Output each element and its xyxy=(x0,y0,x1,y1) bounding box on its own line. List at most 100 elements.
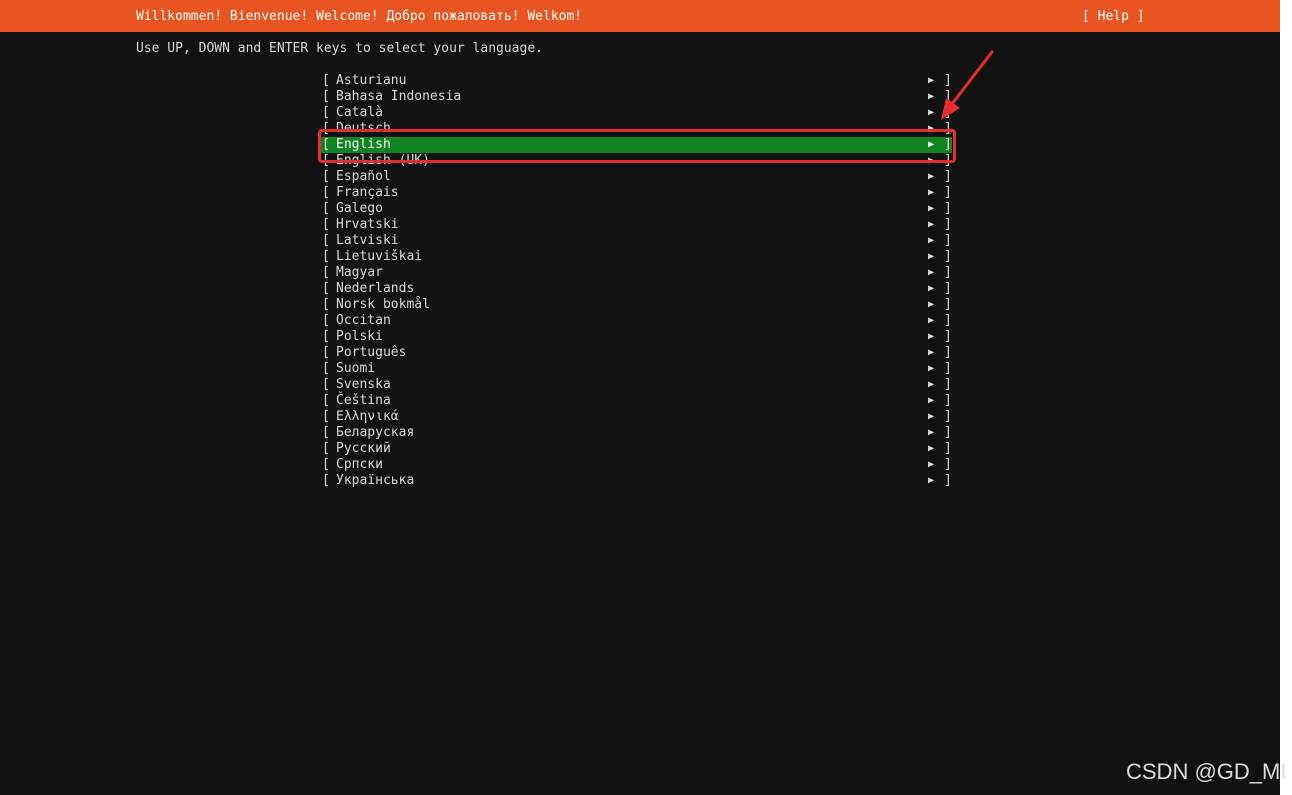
language-label: Svenska xyxy=(336,377,391,392)
submenu-arrow-icon: ▶ xyxy=(928,91,935,102)
submenu-arrow-icon: ▶ xyxy=(928,171,935,182)
language-label: Polski xyxy=(336,329,383,344)
close-bracket: ] xyxy=(944,105,952,120)
open-bracket: [ xyxy=(322,249,330,264)
language-label: Català xyxy=(336,105,383,120)
language-option[interactable]: [Latviski ▶] xyxy=(320,233,952,249)
language-option[interactable]: [Polski ▶] xyxy=(320,329,952,345)
submenu-arrow-icon: ▶ xyxy=(928,427,935,438)
language-label: English xyxy=(336,137,391,152)
language-option[interactable]: [English ▶] xyxy=(320,137,952,153)
language-option[interactable]: [Asturianu ▶] xyxy=(320,73,952,89)
language-option[interactable]: [ Ελληνικά ▶] xyxy=(320,409,952,425)
language-label: Nederlands xyxy=(336,281,415,296)
open-bracket: [ xyxy=(322,281,330,296)
language-label: Magyar xyxy=(336,265,383,280)
submenu-arrow-icon: ▶ xyxy=(928,459,935,470)
open-bracket: [ xyxy=(322,313,330,328)
language-option[interactable]: [Беларуская ▶] xyxy=(320,425,952,441)
close-bracket: ] xyxy=(944,233,952,248)
submenu-arrow-icon: ▶ xyxy=(928,75,935,86)
open-bracket: [ xyxy=(322,329,330,344)
submenu-arrow-icon: ▶ xyxy=(928,283,935,294)
submenu-arrow-icon: ▶ xyxy=(928,267,935,278)
close-bracket: ] xyxy=(944,473,952,488)
submenu-arrow-icon: ▶ xyxy=(928,139,935,150)
open-bracket: [ xyxy=(322,153,330,168)
language-option[interactable]: [ Français ▶] xyxy=(320,185,952,201)
open-bracket: [ xyxy=(322,217,330,232)
open-bracket: [ xyxy=(322,89,330,104)
close-bracket: ] xyxy=(944,377,952,392)
welcome-title: Willkommen! Bienvenue! Welcome! Добро по… xyxy=(136,9,583,24)
language-option[interactable]: [Occitan ▶] xyxy=(320,313,952,329)
language-option[interactable]: [Bahasa Indonesia ▶] xyxy=(320,89,952,105)
submenu-arrow-icon: ▶ xyxy=(928,251,935,262)
language-label: Français xyxy=(336,185,399,200)
language-option[interactable]: [Čeština ▶] xyxy=(320,393,952,409)
close-bracket: ] xyxy=(944,153,952,168)
close-bracket: ] xyxy=(944,441,952,456)
close-bracket: ] xyxy=(944,281,952,296)
close-bracket: ] xyxy=(944,201,952,216)
close-bracket: ] xyxy=(944,409,952,424)
language-label: Latviski xyxy=(336,233,399,248)
open-bracket: [ xyxy=(322,185,330,200)
submenu-arrow-icon: ▶ xyxy=(928,123,935,134)
language-label: Беларуская xyxy=(336,425,415,440)
language-option[interactable]: [Svenska ▶] xyxy=(320,377,952,393)
language-option[interactable]: [Magyar ▶] xyxy=(320,265,952,281)
close-bracket: ] xyxy=(944,361,952,376)
language-option[interactable]: [Norsk bokmål ▶] xyxy=(320,297,952,313)
header-bar: Willkommen! Bienvenue! Welcome! Добро по… xyxy=(0,0,1280,32)
submenu-arrow-icon: ▶ xyxy=(928,235,935,246)
language-label: Español xyxy=(336,169,391,184)
open-bracket: [ xyxy=(322,361,330,376)
open-bracket: [ xyxy=(322,105,330,120)
language-option[interactable]: [Suomi ▶] xyxy=(320,361,952,377)
language-option[interactable]: [ Русский ▶] xyxy=(320,441,952,457)
language-option[interactable]: [Español ▶] xyxy=(320,169,952,185)
language-option[interactable]: [Lietuviškai ▶] xyxy=(320,249,952,265)
submenu-arrow-icon: ▶ xyxy=(928,411,935,422)
language-option[interactable]: [ Nederlands ▶] xyxy=(320,281,952,297)
language-label: Ελληνικά xyxy=(336,409,399,424)
language-option[interactable]: [English (UK) ▶] xyxy=(320,153,952,169)
close-bracket: ] xyxy=(944,89,952,104)
submenu-arrow-icon: ▶ xyxy=(928,315,935,326)
close-bracket: ] xyxy=(944,313,952,328)
language-option[interactable]: [ Português ▶] xyxy=(320,345,952,361)
open-bracket: [ xyxy=(322,73,330,88)
open-bracket: [ xyxy=(322,297,330,312)
language-option[interactable]: [Galego ▶] xyxy=(320,201,952,217)
submenu-arrow-icon: ▶ xyxy=(928,187,935,198)
language-label: Русский xyxy=(336,441,391,456)
close-bracket: ] xyxy=(944,345,952,360)
language-option[interactable]: [Hrvatski ▶] xyxy=(320,217,952,233)
language-label: Српски xyxy=(336,457,383,472)
open-bracket: [ xyxy=(322,121,330,136)
language-label: Norsk bokmål xyxy=(336,297,430,312)
open-bracket: [ xyxy=(322,441,330,456)
open-bracket: [ xyxy=(322,345,330,360)
submenu-arrow-icon: ▶ xyxy=(928,363,935,374)
language-label: Português xyxy=(336,345,407,360)
language-label: Українська xyxy=(336,473,415,488)
language-option[interactable]: [Українська ▶] xyxy=(320,473,952,489)
language-option[interactable]: [Српски ▶] xyxy=(320,457,952,473)
instruction-text: Use UP, DOWN and ENTER keys to select yo… xyxy=(136,41,543,56)
open-bracket: [ xyxy=(322,409,330,424)
submenu-arrow-icon: ▶ xyxy=(928,107,935,118)
open-bracket: [ xyxy=(322,473,330,488)
open-bracket: [ xyxy=(322,201,330,216)
language-option[interactable]: [ Català ▶] xyxy=(320,105,952,121)
close-bracket: ] xyxy=(944,185,952,200)
open-bracket: [ xyxy=(322,265,330,280)
language-label: Deutsch xyxy=(336,121,391,136)
submenu-arrow-icon: ▶ xyxy=(928,347,935,358)
help-button[interactable]: [ Help ] xyxy=(1082,9,1145,25)
open-bracket: [ xyxy=(322,377,330,392)
language-option[interactable]: [Deutsch ▶] xyxy=(320,121,952,137)
submenu-arrow-icon: ▶ xyxy=(928,443,935,454)
language-label: Lietuviškai xyxy=(336,249,423,264)
